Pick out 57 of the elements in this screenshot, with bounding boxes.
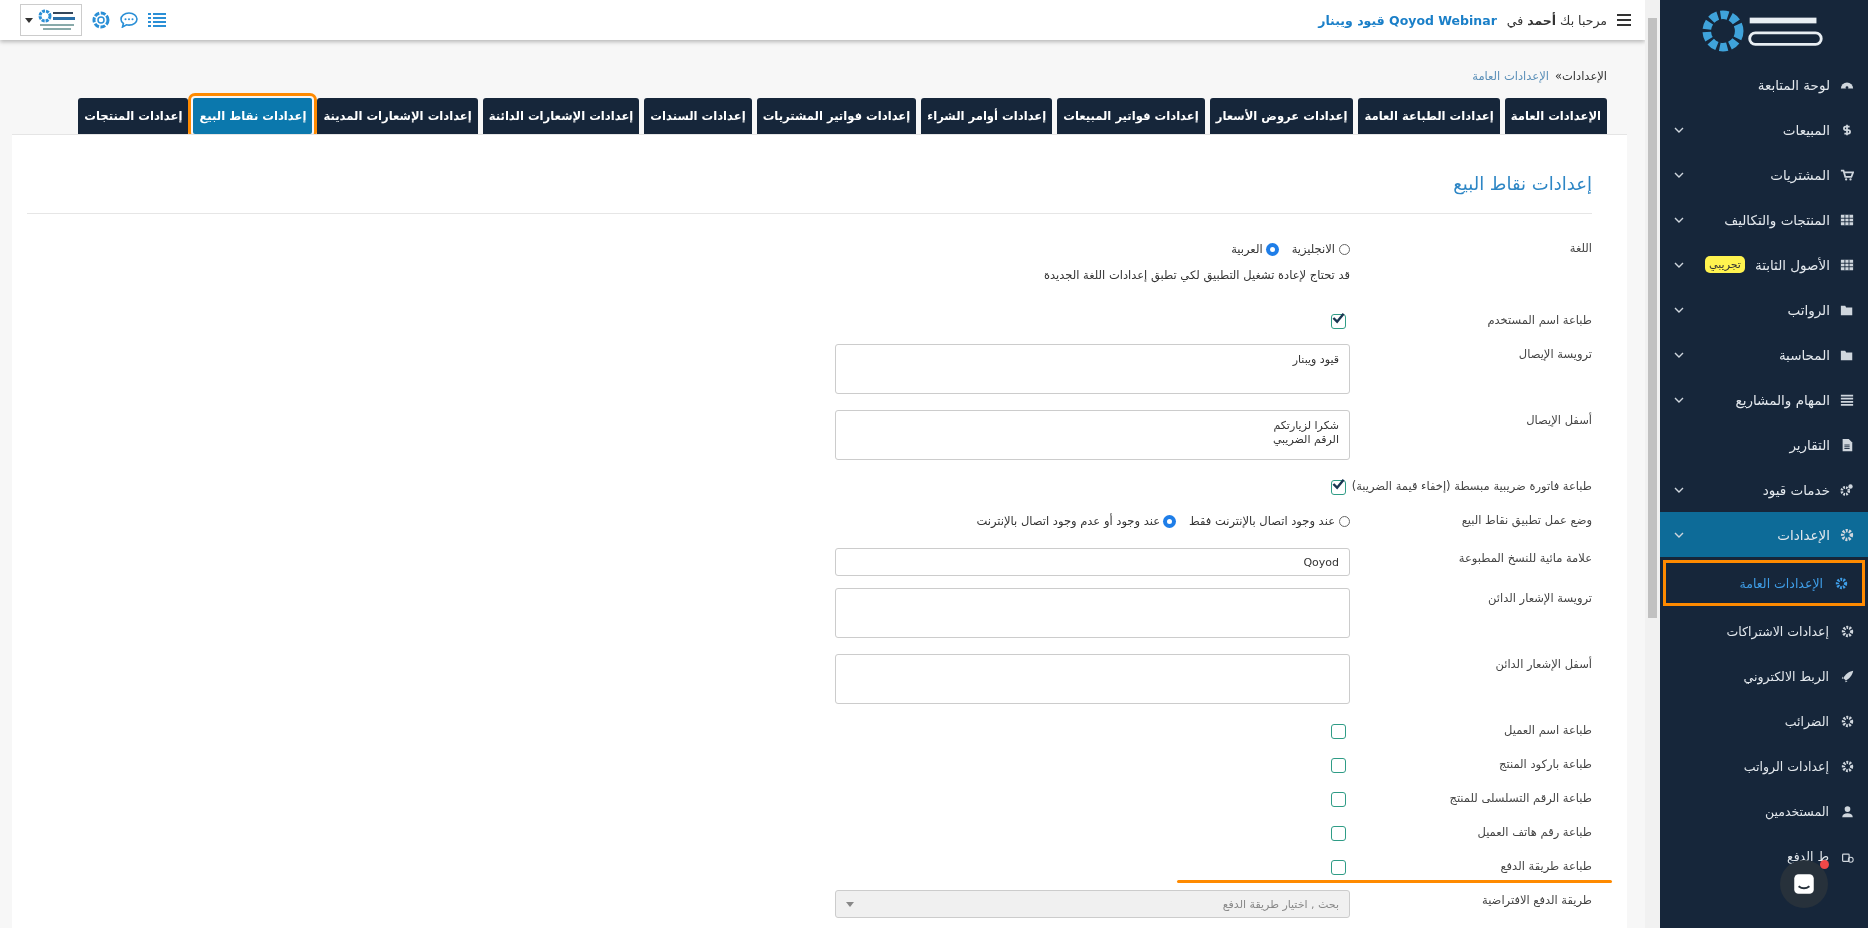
sidebar-item[interactable]: المنتجات والتكاليف <box>1660 197 1868 242</box>
radio-option[interactable]: الانجليزية <box>1291 242 1350 256</box>
submenu-item[interactable]: إعدادات الاشتراكات <box>1660 609 1868 654</box>
settings-tab[interactable]: الإعدادات العامة <box>1504 98 1607 134</box>
settings-tab[interactable]: إعدادات فواتير المشتريات <box>756 98 917 134</box>
company-link[interactable]: Qoyod Webinar قيود ويبنار <box>1318 12 1497 28</box>
help-text: قد تحتاج لإعادة تشغيل التطبيق لكي تطبق إعدادات اللغة الجديدة <box>1042 268 1350 282</box>
submenu-item[interactable]: المستخدمين <box>1660 789 1868 834</box>
textarea-field[interactable]: قيود ويبنار <box>835 344 1350 394</box>
panel-title: إعدادات نقاط البيع <box>1452 172 1593 197</box>
field-label: اللغة <box>1568 240 1593 257</box>
sidebar-item[interactable]: لوحة المتابعة <box>1660 62 1868 107</box>
submenu-item[interactable]: الربط الالكتروني <box>1660 654 1868 699</box>
sidebar-item[interactable]: المشتريات <box>1660 152 1868 197</box>
settings-tab[interactable]: إعدادات الطباعة العامة <box>1358 98 1500 134</box>
submenu-item[interactable]: ط الدفع <box>1660 834 1868 879</box>
sidebar-item[interactable]: التقارير <box>1660 422 1868 467</box>
input-field[interactable]: Qoyod <box>835 548 1350 576</box>
field-label: طباعة اسم العميل <box>1502 722 1593 739</box>
field-label: طباعة اسم المستخدم <box>1486 312 1593 329</box>
field-label: طباعة طريقة الدفع <box>1499 858 1593 875</box>
settings-tab[interactable]: إعدادات الإشعارات الدائنة <box>482 98 640 134</box>
field-label: أسفل الإيصال <box>1525 411 1593 429</box>
settings-tab[interactable]: إعدادات المنتجات <box>78 98 189 134</box>
sidebar-item[interactable]: الأصول الثابتة تجريبي <box>1660 242 1868 287</box>
submenu-item[interactable]: الضرائب <box>1660 699 1868 744</box>
sidebar-item[interactable]: خدمات قيود <box>1660 467 1868 512</box>
radio-option[interactable]: عند وجود اتصال بالإنترنت فقط <box>1189 514 1350 528</box>
field-label: وضع عمل تطبيق نقاط البيع <box>1460 512 1593 530</box>
field-label: طباعة رقم هاتف العميل <box>1476 824 1593 841</box>
field-label: طباعة فاتورة ضريبية مبسطة (إخفاء قيمة الضريبة) <box>1350 478 1593 495</box>
settings-tab[interactable]: إعدادات الإشعارات المدينة <box>317 98 478 134</box>
sidebar-item[interactable]: الرواتب <box>1660 287 1868 332</box>
field-label: أسفل الإشعار الدائن <box>1494 655 1593 673</box>
breadcrumb-link[interactable]: الإعدادات» <box>1554 69 1607 83</box>
settings-tab[interactable]: إعدادات أوامر الشراء <box>921 98 1053 134</box>
radio-option[interactable]: العربية <box>1231 242 1278 256</box>
submenu-item[interactable]: الإعدادات العامة <box>1663 560 1865 606</box>
field-label: ترويسة الإشعار الدائن <box>1487 590 1593 607</box>
field-label: ترويسة الإيصال <box>1517 346 1593 363</box>
field-label: علامة مائية للنسخ المطبوعة <box>1457 550 1593 567</box>
sidebar-item[interactable]: المحاسبة <box>1660 332 1868 377</box>
settings-tab[interactable]: إعدادات السندات <box>644 98 752 134</box>
trial-badge: تجريبي <box>1705 256 1745 273</box>
sidebar-item[interactable]: الإعدادات <box>1660 512 1868 557</box>
settings-tab[interactable]: إعدادات فواتير المبيعات <box>1057 98 1205 134</box>
settings-tab[interactable]: إعدادات عروض الأسعار <box>1209 98 1354 134</box>
welcome-text: مرحبا بك أحمد في <box>1506 12 1607 28</box>
field-label: طباعة باركود المنتج <box>1498 756 1593 773</box>
field-label: طباعة الرقم التسلسلى للمنتج <box>1448 790 1593 807</box>
sidebar-item[interactable]: المبيعات <box>1660 107 1868 152</box>
radio-option[interactable]: عند وجود أو عدم وجود اتصال بالإنترنت <box>976 514 1176 528</box>
submenu-item[interactable]: إعدادات الرواتب <box>1660 744 1868 789</box>
textarea-field[interactable]: شكرا لزيارتكم الرقم الضريبي <box>835 410 1350 460</box>
field-label: طريقة الدفع الافتراضية <box>1481 892 1593 909</box>
breadcrumb-current: الإعدادات العامة <box>1472 69 1549 83</box>
sidebar-item[interactable]: المهام والمشاريع <box>1660 377 1868 422</box>
